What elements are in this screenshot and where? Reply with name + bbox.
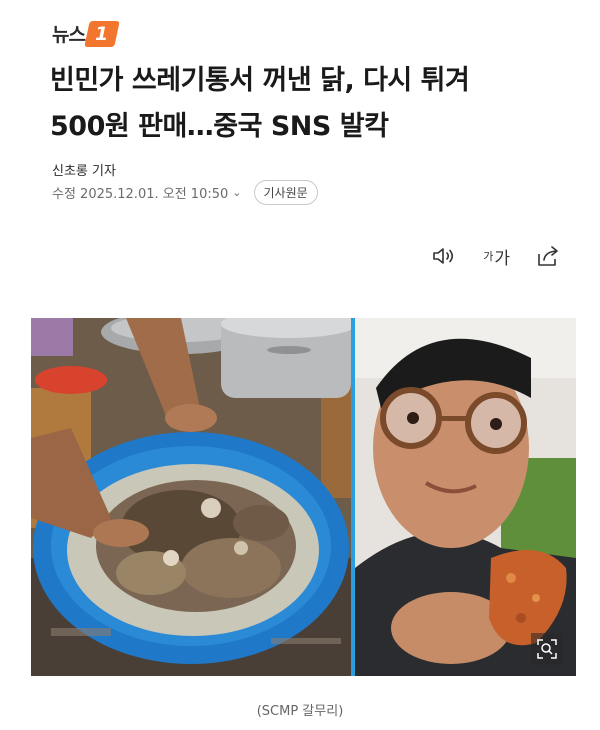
font-size-large-label: 가 (494, 248, 510, 269)
logo-badge: 1 (84, 20, 120, 47)
logo-text: 뉴스 (52, 24, 86, 46)
font-size-icon[interactable]: 가가 (483, 243, 510, 269)
article-toolbar: 가가 (431, 243, 560, 269)
reporter-name[interactable]: 신초롱 기자 (52, 160, 116, 179)
logo-badge-number: 1 (95, 22, 109, 45)
photo-caption: (SCMP 갈무리) (256, 704, 344, 719)
news1-logo[interactable]: 뉴스 1 (52, 20, 120, 47)
headline-line-2: 500원 판매…중국 SNS 발칵 (50, 111, 389, 142)
chevron-down-icon[interactable]: ⌄ (232, 186, 241, 199)
article-page: 뉴스 1 빈민가 쓰레기통서 꺼낸 닭, 다시 튀겨 500원 판매…중국 SN… (0, 0, 600, 730)
modified-timestamp[interactable]: 수정 2025.12.01. 오전 10:50 (52, 183, 228, 202)
original-article-button[interactable]: 기사원문 (253, 180, 318, 205)
photo-right-panel (355, 318, 576, 676)
article-meta: 수정 2025.12.01. 오전 10:50 ⌄ 기사원문 (52, 180, 318, 205)
zoom-search-icon[interactable] (531, 633, 563, 665)
photo-left-panel (31, 318, 357, 676)
article-headline: 빈민가 쓰레기통서 꺼낸 닭, 다시 튀겨 500원 판매…중국 SNS 발칵 (50, 58, 570, 150)
headline-line-1: 빈민가 쓰레기통서 꺼낸 닭, 다시 튀겨 (50, 65, 470, 96)
speaker-icon[interactable] (431, 243, 457, 269)
share-icon[interactable] (536, 243, 560, 269)
photo-divider (351, 318, 355, 676)
font-size-small-label: 가 (483, 250, 494, 263)
article-photo[interactable] (31, 318, 576, 676)
